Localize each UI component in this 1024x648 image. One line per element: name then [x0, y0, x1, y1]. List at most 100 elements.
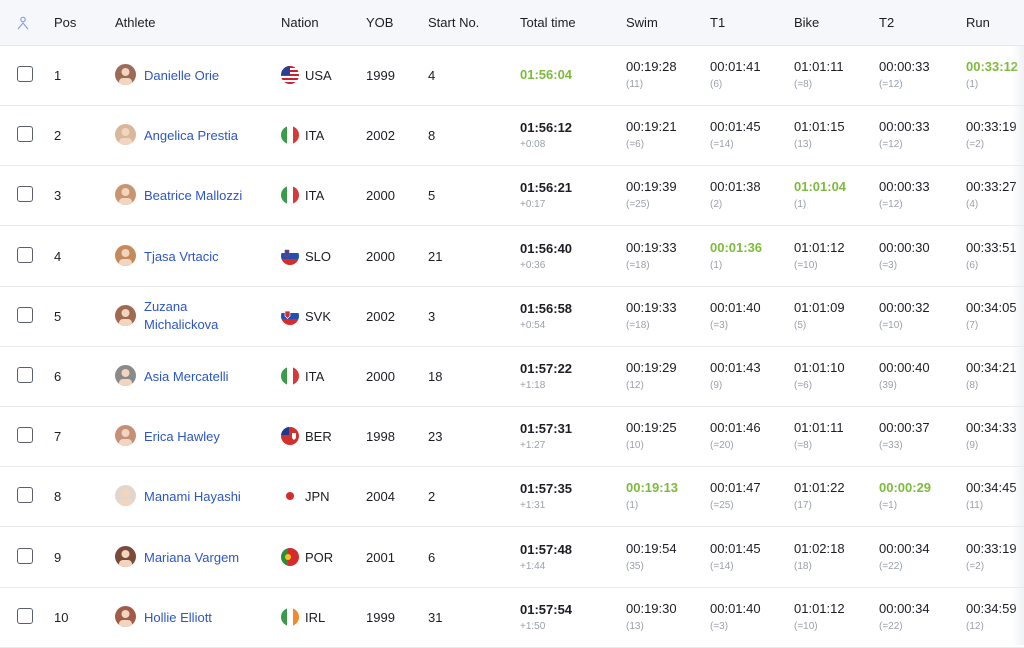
total-time: 01:56:12	[520, 120, 573, 136]
row-checkbox[interactable]	[17, 306, 33, 323]
start-number: 2	[428, 489, 436, 505]
row-checkbox[interactable]	[17, 607, 33, 624]
swim-split: 00:19:28	[626, 59, 677, 74]
header-swim[interactable]: Swim	[626, 0, 658, 46]
bike-split: 01:01:11	[794, 420, 844, 436]
t2-split: 00:00:29	[879, 480, 932, 496]
athlete-name-link[interactable]: Manami Hayashi	[144, 488, 241, 506]
start-number: 23	[428, 429, 443, 445]
athlete-avatar	[115, 365, 136, 386]
t1-split: 00:01:46	[710, 420, 761, 436]
person-sort-icon[interactable]	[16, 16, 30, 30]
run-split: 00:34:21	[966, 360, 1017, 375]
header-start-no[interactable]: Start No.	[428, 0, 479, 46]
run-split: 00:33:19	[966, 119, 1017, 135]
italy-flag	[281, 186, 299, 205]
athlete-avatar	[115, 485, 136, 507]
total-time: 01:57:35	[520, 481, 573, 497]
athlete-name-line-1: Zuzana	[144, 298, 188, 314]
scroll-fade	[1012, 46, 1024, 645]
t2-rank: (=12)	[879, 199, 903, 211]
table-row[interactable]: 3 Beatrice Mallozzi ITA 2000 5 01:56:21 …	[0, 166, 1024, 227]
total-time: 01:56:21	[520, 180, 573, 196]
bike-rank: (=8)	[794, 79, 813, 90]
italy-flag	[281, 126, 299, 145]
header-athlete[interactable]: Athlete	[115, 0, 155, 46]
swim-split: 00:19:25	[626, 420, 677, 436]
t1-rank: (9)	[710, 380, 723, 391]
time-gap: +1:44	[520, 560, 546, 572]
swim-rank: (=18)	[626, 259, 650, 271]
athlete-name-link[interactable]: Tjasa Vrtacic	[144, 248, 219, 266]
athlete-avatar	[115, 184, 136, 206]
row-checkbox[interactable]	[17, 126, 33, 143]
header-run[interactable]: Run	[966, 0, 990, 46]
header-t1[interactable]: T1	[710, 0, 725, 46]
nation-code: POR	[305, 549, 334, 565]
t2-rank: (=33)	[879, 440, 903, 452]
athlete-name-link[interactable]: Erica Hawley	[144, 428, 220, 446]
row-checkbox[interactable]	[17, 367, 33, 383]
total-time: 01:57:48	[520, 541, 573, 557]
table-row[interactable]: 6 Asia Mercatelli ITA 2000 18 01:57:22 +…	[0, 347, 1024, 407]
table-row[interactable]: 2 Angelica Prestia ITA 2002 8 01:56:12 +…	[0, 106, 1024, 167]
table-row[interactable]: 5 Zuzana Michalickova SVK 2002 3 01:56:58…	[0, 287, 1024, 347]
row-checkbox[interactable]	[17, 487, 33, 504]
athlete-name-line-2: Michalickova	[144, 316, 219, 332]
table-row[interactable]: 4 Tjasa Vrtacic SLO 2000 21 01:56:40 +0:…	[0, 227, 1024, 287]
t1-split: 00:01:41	[710, 59, 761, 74]
swim-rank: (35)	[626, 560, 644, 572]
t1-split: 00:01:36	[710, 239, 763, 255]
header-pos[interactable]: Pos	[54, 0, 76, 46]
position: 5	[54, 308, 62, 324]
row-checkbox[interactable]	[17, 246, 33, 263]
table-header: Pos Athlete Nation YOB Start No. Total t…	[0, 0, 1024, 46]
run-split: 00:33:12	[966, 59, 1019, 74]
athlete-name-link[interactable]: Zuzana Michalickova	[144, 298, 218, 334]
table-row[interactable]: 7 Erica Hawley BER 1998 23 01:57:31 +1:2…	[0, 407, 1024, 468]
portugal-flag	[281, 547, 299, 566]
swim-rank: (1)	[626, 500, 639, 512]
bike-split: 01:01:15	[794, 119, 845, 135]
bike-rank: (=8)	[794, 440, 813, 452]
row-checkbox[interactable]	[17, 186, 33, 203]
total-time: 01:56:58	[520, 300, 573, 316]
athlete-name-link[interactable]: Asia Mercatelli	[144, 368, 229, 386]
table-row[interactable]: 1 Danielle Orie USA 1999 4 01:56:04 00:1…	[0, 46, 1024, 106]
t2-rank: (=22)	[879, 560, 903, 572]
header-total-time[interactable]: Total time	[520, 0, 576, 46]
t1-split: 00:01:45	[710, 119, 761, 135]
header-yob[interactable]: YOB	[366, 0, 393, 46]
table-row[interactable]: 10 Hollie Elliott IRL 1999 31 01:57:54 +…	[0, 588, 1024, 648]
position: 8	[54, 489, 62, 505]
row-checkbox[interactable]	[17, 66, 33, 82]
nation-code: IRL	[305, 609, 326, 625]
swim-rank: (=18)	[626, 319, 650, 331]
nation-code: USA	[305, 68, 332, 83]
time-gap: +0:17	[520, 199, 546, 211]
row-checkbox[interactable]	[17, 547, 33, 564]
header-bike[interactable]: Bike	[794, 0, 819, 46]
swim-rank: (13)	[626, 620, 644, 632]
athlete-name-link[interactable]: Danielle Orie	[144, 67, 219, 85]
swim-split: 00:19:33	[626, 299, 677, 315]
t1-rank: (=3)	[710, 319, 729, 331]
usa-flag	[281, 66, 299, 84]
header-t2[interactable]: T2	[879, 0, 894, 46]
athlete-avatar	[115, 425, 136, 447]
table-row[interactable]: 8 Manami Hayashi JPN 2004 2 01:57:35 +1:…	[0, 467, 1024, 528]
header-nation[interactable]: Nation	[281, 0, 319, 46]
bermuda-flag	[281, 427, 299, 446]
total-time: 01:57:31	[520, 421, 573, 437]
yob: 2004	[366, 489, 395, 505]
t1-rank: (=3)	[710, 620, 729, 632]
row-checkbox[interactable]	[17, 427, 33, 444]
nation-code: ITA	[305, 128, 325, 144]
swim-split: 00:19:33	[626, 239, 677, 255]
athlete-avatar	[115, 244, 136, 266]
athlete-name-link[interactable]: Beatrice Mallozzi	[144, 187, 242, 205]
athlete-name-link[interactable]: Mariana Vargem	[144, 549, 239, 567]
athlete-name-link[interactable]: Hollie Elliott	[144, 609, 212, 627]
table-row[interactable]: 9 Mariana Vargem POR 2001 6 01:57:48 +1:…	[0, 528, 1024, 588]
athlete-name-link[interactable]: Angelica Prestia	[144, 127, 238, 145]
